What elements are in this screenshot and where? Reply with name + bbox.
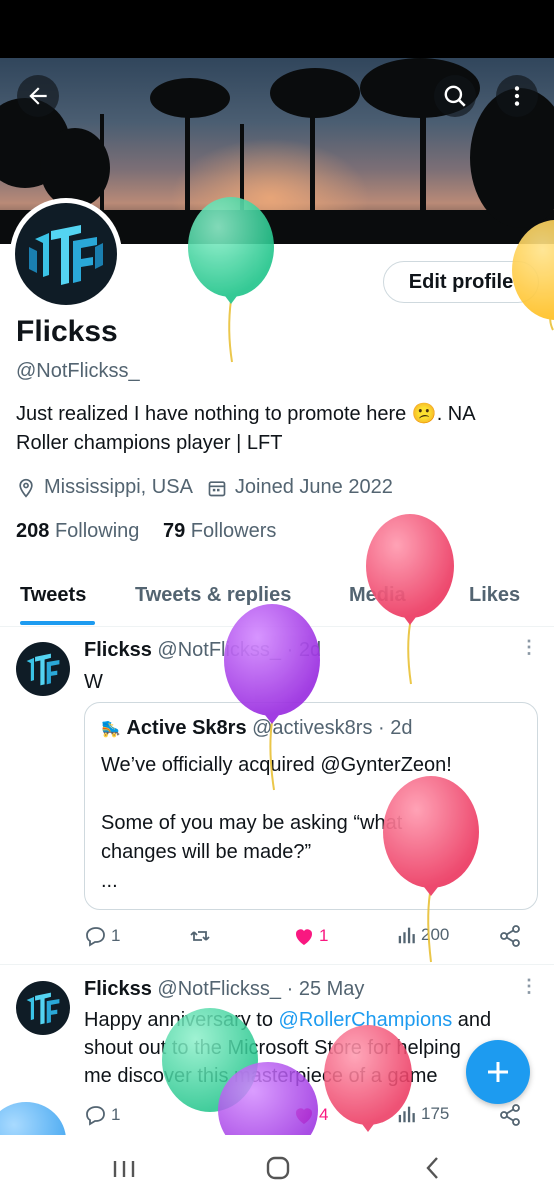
system-back-button[interactable] [418, 1153, 448, 1183]
balloon-pink-bottom [324, 1025, 412, 1132]
compose-tweet-button[interactable] [466, 1040, 530, 1104]
balloon-pink-mid [383, 776, 479, 963]
recents-icon [113, 1161, 135, 1177]
system-nav-bar [0, 1135, 554, 1200]
balloon-blue-bottom [0, 1102, 66, 1135]
balloon-green-top [188, 197, 274, 363]
compose-icon [488, 1062, 508, 1082]
back-icon [426, 1157, 438, 1179]
balloon-pink-tabs [366, 514, 454, 685]
balloons-overlay [0, 197, 554, 1135]
home-icon [266, 1156, 290, 1180]
balloon-purple-mid [224, 604, 320, 791]
balloon-yellow-right [512, 220, 554, 331]
recents-button[interactable] [110, 1155, 138, 1183]
home-button[interactable] [263, 1153, 293, 1183]
